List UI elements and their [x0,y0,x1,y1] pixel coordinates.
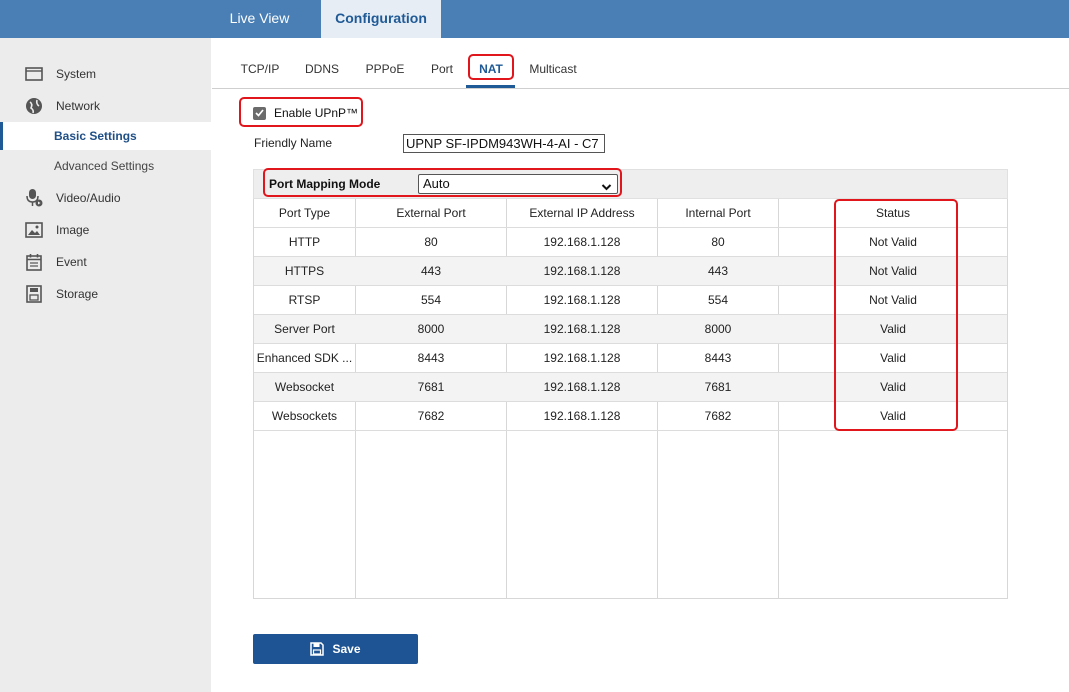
save-button-label: Save [332,642,361,656]
cell-internal-port: 80 [711,235,725,249]
cell-external-port: 443 [420,264,442,278]
enable-upnp-checkbox[interactable]: Enable UPnP™ [253,104,358,122]
sidebar-item-image[interactable]: Image [0,216,211,244]
port-mapping-mode-label: Port Mapping Mode [269,177,381,191]
sidebar-item-storage[interactable]: Storage [0,280,211,308]
table-row: HTTPS 443 192.168.1.128 443 Not Valid [254,257,1007,286]
sidebar-item-system[interactable]: System [0,60,211,88]
cell-internal-port: 7682 [704,409,732,423]
cell-status: Valid [880,409,906,423]
cell-port-type: Websockets [271,409,338,423]
cell-port-type: Websocket [274,380,335,394]
cell-external-ip: 192.168.1.128 [543,351,621,365]
sidebar-item-label: Network [56,99,101,113]
table-row: HTTP 80 192.168.1.128 80 Not Valid [254,228,1007,257]
port-mapping-mode-select[interactable]: Auto [418,174,618,194]
tab-pppoe[interactable]: PPPoE [364,58,406,80]
table-row: Enhanced SDK ... 8443 192.168.1.128 8443… [254,344,1007,373]
tab-port[interactable]: Port [428,58,456,80]
calendar-icon [24,252,44,272]
header-internal-port: Internal Port [685,206,751,220]
sidebar-item-event[interactable]: Event [0,248,211,276]
cell-external-ip: 192.168.1.128 [543,264,621,278]
sidebar-item-basic-settings[interactable]: Basic Settings [0,122,211,150]
enable-upnp-label: Enable UPnP™ [274,106,359,120]
image-icon [24,220,44,240]
cell-internal-port: 7681 [704,380,732,394]
table-row: Websockets 7682 192.168.1.128 7682 Valid [254,402,1007,431]
friendly-name-label: Friendly Name [254,136,333,150]
header-status: Status [875,206,911,220]
top-navigation-bar: Live View Configuration [0,0,1069,38]
monitor-icon [24,64,44,84]
cell-status: Not Valid [869,235,917,249]
table-header-row: Port Type External Port External IP Addr… [254,199,1007,228]
table-row: RTSP 554 192.168.1.128 554 Not Valid [254,286,1007,315]
sidebar-item-label: Storage [56,287,99,301]
header-port-type: Port Type [278,206,331,220]
sidebar-item-label: Image [56,223,90,237]
sidebar-item-label: Video/Audio [56,191,121,205]
tab-live-view[interactable]: Live View [212,0,307,38]
cell-status: Valid [880,380,906,394]
friendly-name-input[interactable] [403,134,605,153]
cell-internal-port: 443 [707,264,729,278]
cell-external-port: 8000 [417,322,445,336]
port-mapping-table: Port Type External Port External IP Addr… [253,199,1008,599]
cell-status: Valid [880,322,906,336]
cell-port-type: HTTPS [284,264,325,278]
sidebar-item-advanced-settings[interactable]: Advanced Settings [0,152,211,180]
storage-icon [24,284,44,304]
cell-internal-port: 554 [707,293,729,307]
cell-status: Valid [880,351,906,365]
cell-external-port: 554 [420,293,442,307]
cell-status: Not Valid [869,264,917,278]
port-mapping-mode-value: Auto [423,176,450,191]
cell-external-ip: 192.168.1.128 [543,409,621,423]
cell-port-type: Server Port [274,322,335,336]
microphone-icon [24,188,44,208]
cell-external-port: 8443 [417,351,445,365]
cell-external-ip: 192.168.1.128 [543,293,621,307]
cell-external-port: 7681 [417,380,445,394]
save-disk-icon [310,642,325,656]
table-row: Server Port 8000 192.168.1.128 8000 Vali… [254,315,1007,344]
active-tab-indicator [466,85,515,88]
tab-ddns[interactable]: DDNS [302,58,342,80]
checkbox-check-icon [253,106,266,120]
sidebar-item-network[interactable]: Network [0,92,211,120]
cell-status: Not Valid [869,293,917,307]
sidebar-item-label: System [56,67,97,81]
header-external-port: External Port [396,206,466,220]
cell-port-type: HTTP [288,235,321,249]
cell-internal-port: 8000 [704,322,732,336]
tab-nat[interactable]: NAT [474,58,508,80]
header-external-ip: External IP Address [529,206,635,220]
sidebar: System Network Basic Settings Advanced S… [0,38,211,692]
network-sub-tabs: TCP/IP DDNS PPPoE Port NAT Multicast [212,38,1069,89]
globe-icon [24,96,44,116]
save-button[interactable]: Save [253,634,418,664]
cell-external-port: 7682 [417,409,445,423]
chevron-down-icon [601,179,612,197]
sidebar-item-label: Event [56,255,87,269]
tab-multicast[interactable]: Multicast [526,58,580,80]
cell-external-port: 80 [424,235,438,249]
table-row: Websocket 7681 192.168.1.128 7681 Valid [254,373,1007,402]
cell-internal-port: 8443 [704,351,732,365]
cell-port-type: RTSP [288,293,321,307]
cell-external-ip: 192.168.1.128 [543,322,621,336]
tab-tcp-ip[interactable]: TCP/IP [238,58,282,80]
tab-configuration[interactable]: Configuration [321,0,441,38]
cell-port-type: Enhanced SDK ... [256,351,353,365]
cell-external-ip: 192.168.1.128 [543,235,621,249]
sidebar-item-video-audio[interactable]: Video/Audio [0,184,211,212]
cell-external-ip: 192.168.1.128 [543,380,621,394]
